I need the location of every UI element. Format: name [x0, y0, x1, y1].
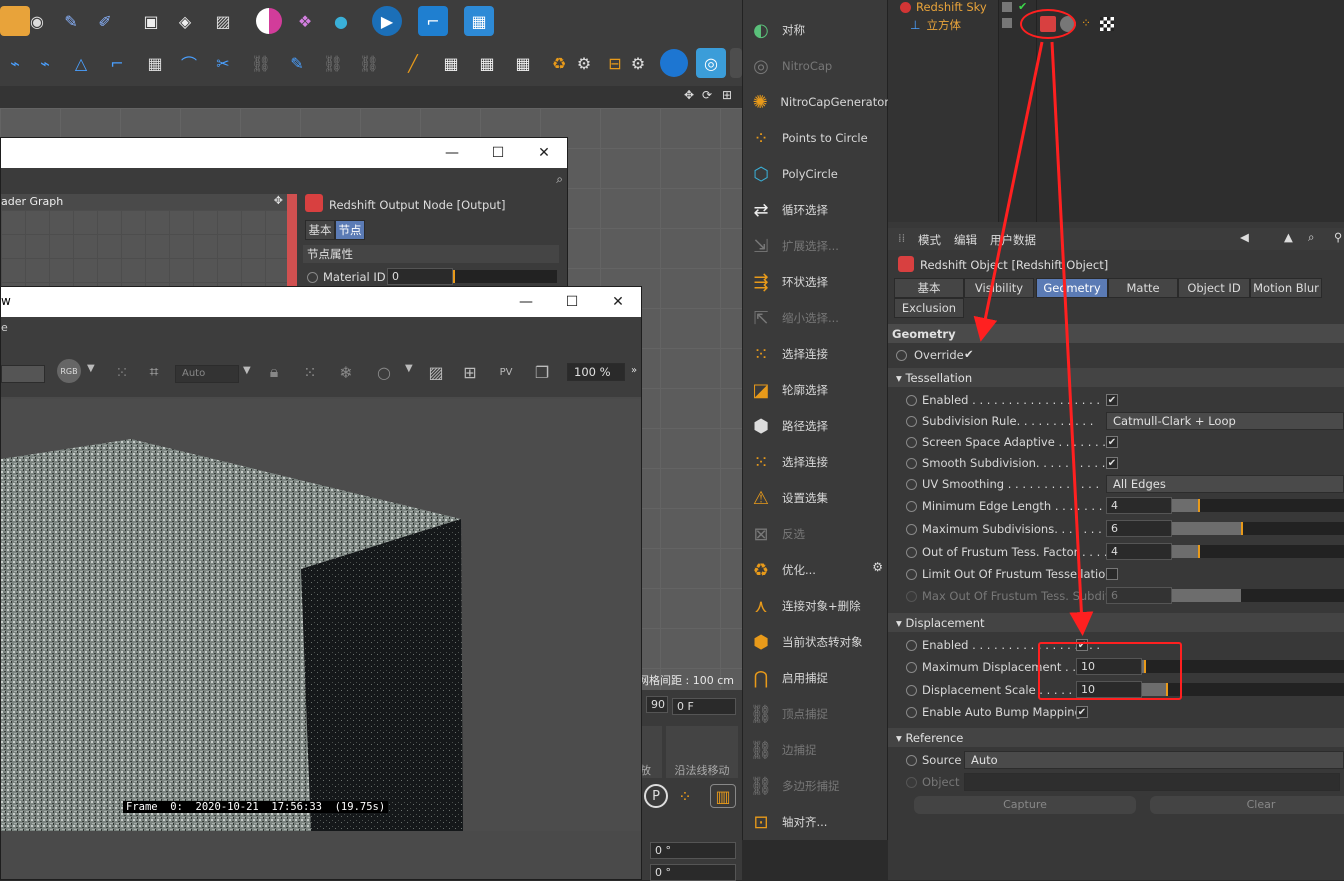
annotation-arrows: [973, 41, 1094, 636]
